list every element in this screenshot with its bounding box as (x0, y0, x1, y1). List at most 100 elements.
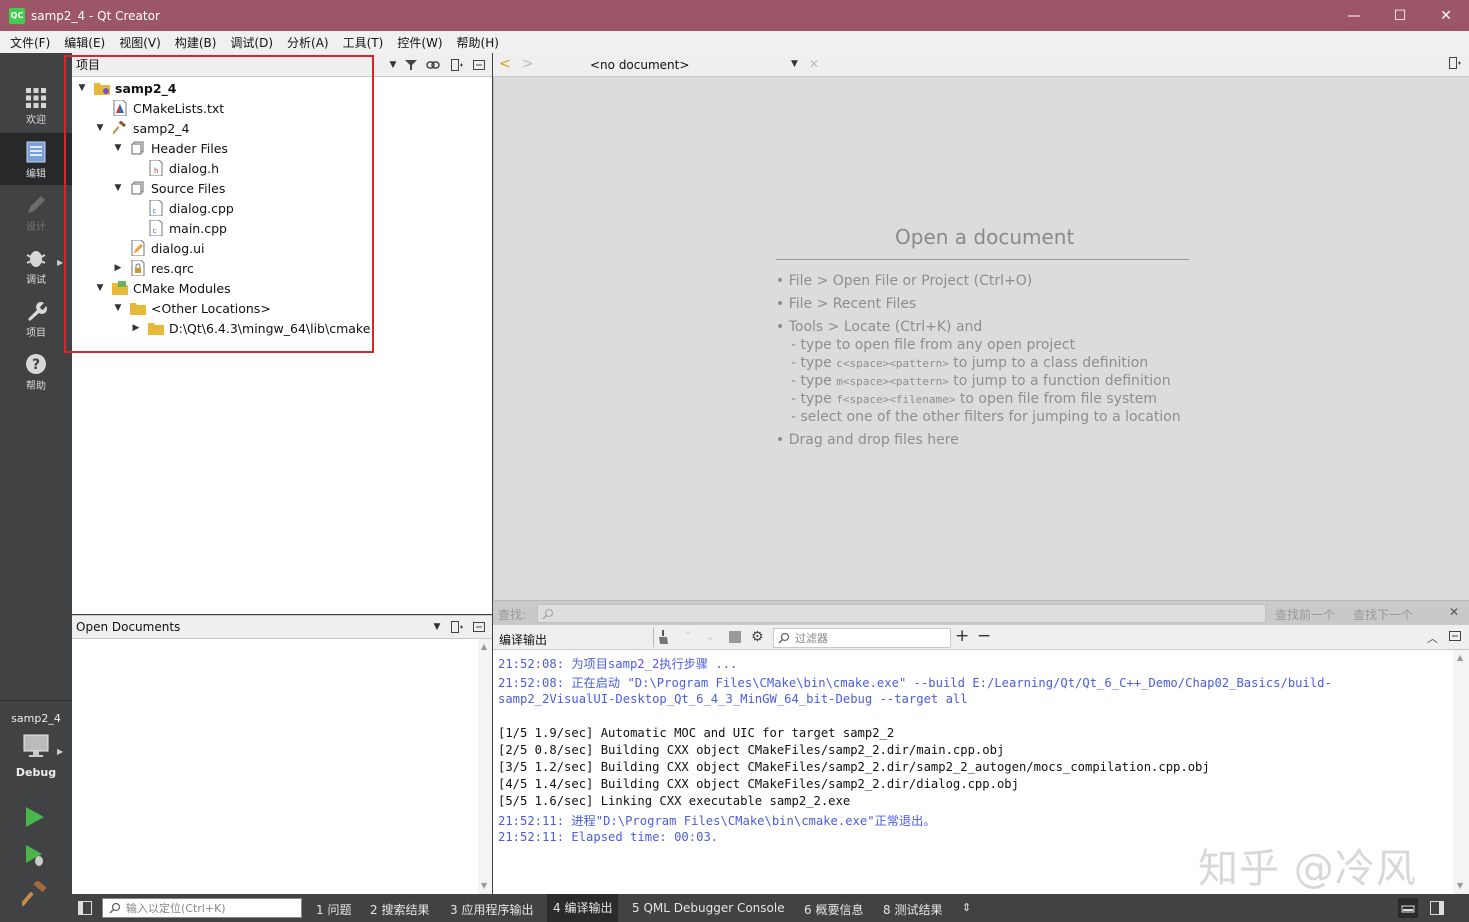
expand-arrow-icon[interactable]: ▶ (112, 263, 124, 273)
toggle-sidebar-icon[interactable] (78, 901, 92, 918)
stop-icon[interactable] (729, 631, 741, 643)
scroll-up-icon[interactable]: ▲ (481, 642, 487, 651)
tab-application-output[interactable]: 3 应用程序输出 (450, 901, 533, 918)
close-panel-icon[interactable] (470, 56, 488, 74)
link-with-editor-icon[interactable] (424, 56, 442, 74)
view-selector-dropdown-icon[interactable]: ▼ (384, 56, 402, 74)
qt-creator-logo-icon: QC (9, 7, 25, 24)
tree-item-cmakelists[interactable]: CMakeLists.txt (112, 98, 224, 118)
compile-output-header: 编译输出 ⌃ ⌄ ⚙ 过滤器 + − ︿ (493, 625, 1469, 650)
progress-details-icon[interactable] (1398, 898, 1418, 918)
tab-general-messages[interactable]: 6 概要信息 (804, 901, 863, 918)
collapse-arrow-icon[interactable]: ▼ (94, 123, 106, 133)
clear-output-icon[interactable] (659, 630, 673, 647)
filter-icon[interactable] (402, 56, 420, 74)
ui-form-file-icon (130, 240, 146, 256)
tree-item-other-locations[interactable]: ▼ <Other Locations> (112, 298, 271, 318)
menu-edit[interactable]: 编辑(E) (57, 34, 112, 51)
maximize-button[interactable]: ☐ (1377, 0, 1423, 31)
locator-input[interactable]: 输入以定位(Ctrl+K) (102, 898, 302, 918)
scroll-down-icon[interactable]: ▼ (481, 881, 487, 890)
next-item-icon[interactable]: ⌄ (705, 629, 715, 643)
toggle-right-sidebar-icon[interactable] (1430, 901, 1444, 918)
monitor-icon[interactable] (22, 733, 50, 762)
tree-item-label: CMakeLists.txt (133, 100, 225, 116)
menu-file[interactable]: 文件(F) (3, 34, 57, 51)
previous-item-icon[interactable]: ⌃ (683, 629, 693, 643)
run-button[interactable] (24, 805, 46, 832)
close-find-icon[interactable]: ✕ (1449, 605, 1459, 619)
find-input[interactable] (537, 604, 1266, 623)
tab-search-results[interactable]: 2 搜索结果 (370, 901, 429, 918)
tree-item-project-root[interactable]: ▼ samp2_4 (76, 78, 177, 98)
tree-item-cmake-path[interactable]: ▶ D:\Qt\6.4.3\mingw_64\lib\cmake (130, 318, 371, 338)
collapse-arrow-icon[interactable]: ▼ (94, 283, 106, 293)
minimize-button[interactable]: — (1331, 0, 1377, 31)
editor-area[interactable]: Open a document • File > Open File or Pr… (493, 77, 1469, 600)
open-documents-list[interactable] (72, 639, 492, 894)
zoom-out-icon[interactable]: − (977, 626, 991, 646)
open-documents-title[interactable]: Open Documents (76, 620, 180, 634)
menu-debug[interactable]: 调试(D) (223, 34, 280, 51)
project-tree: ▼ samp2_4 CMakeLists.txt ▼ samp2_4 ▼ Hea… (72, 77, 492, 614)
collapse-arrow-icon[interactable]: ▼ (76, 83, 88, 93)
menu-analyze[interactable]: 分析(A) (280, 34, 336, 51)
tree-item-main-cpp[interactable]: c main.cpp (148, 218, 227, 238)
settings-gear-icon[interactable]: ⚙ (751, 629, 764, 645)
menu-help[interactable]: 帮助(H) (450, 34, 506, 51)
close-panel-icon[interactable] (470, 618, 488, 636)
menu-build[interactable]: 构建(B) (168, 34, 224, 51)
tree-item-res-qrc[interactable]: ▶ res.qrc (112, 258, 194, 278)
collapse-arrow-icon[interactable]: ▼ (112, 143, 124, 153)
expand-arrow-icon[interactable]: ▶ (130, 323, 142, 333)
tree-item-source-files[interactable]: ▼ Source Files (112, 178, 226, 198)
find-next-button[interactable]: 查找下一个 (1353, 606, 1413, 623)
tree-item-header-files[interactable]: ▼ Header Files (112, 138, 228, 158)
menu-view[interactable]: 视图(V) (112, 34, 168, 51)
tree-item-target[interactable]: ▼ samp2_4 (94, 118, 190, 138)
compile-output-scrollbar[interactable]: ▲ ▼ (1453, 650, 1469, 894)
mode-welcome[interactable]: 欢迎 (0, 79, 72, 131)
mode-debug-expand-icon[interactable]: ▶ (57, 258, 63, 267)
tree-item-dialog-ui[interactable]: dialog.ui (130, 238, 205, 258)
tab-test-results[interactable]: 8 测试结果 (883, 901, 942, 918)
tree-item-dialog-cpp[interactable]: c dialog.cpp (148, 198, 234, 218)
debug-run-button[interactable] (24, 843, 48, 872)
menu-tools[interactable]: 工具(T) (336, 34, 391, 51)
document-dropdown-icon[interactable]: ▼ (791, 59, 798, 69)
tab-qml-debugger-console[interactable]: 5 QML Debugger Console (632, 901, 785, 915)
tree-item-dialog-h[interactable]: h dialog.h (148, 158, 219, 178)
split-panel-icon[interactable] (448, 618, 466, 636)
scroll-up-icon[interactable]: ▲ (1457, 653, 1463, 662)
collapse-arrow-icon[interactable]: ▼ (112, 303, 124, 313)
menu-widgets[interactable]: 控件(W) (390, 34, 449, 51)
more-tabs-icon[interactable]: ⇕ (962, 901, 971, 914)
close-button[interactable]: ✕ (1423, 0, 1469, 31)
projects-panel-title[interactable]: 项目 (76, 56, 100, 73)
open-documents-scrollbar[interactable]: ▲ ▼ (478, 639, 492, 894)
scroll-down-icon[interactable]: ▼ (1457, 881, 1463, 890)
forward-arrow-icon[interactable]: > (522, 56, 534, 72)
mode-edit[interactable]: 编辑 (0, 133, 72, 185)
back-arrow-icon[interactable]: < (499, 56, 511, 72)
find-previous-button[interactable]: 查找前一个 (1275, 606, 1335, 623)
header-file-icon: h (148, 160, 164, 176)
filter-input[interactable]: 过滤器 (773, 628, 951, 648)
split-panel-icon[interactable] (448, 56, 466, 74)
zoom-in-icon[interactable]: + (955, 626, 969, 646)
maximize-output-icon[interactable]: ︿ (1427, 630, 1438, 646)
document-selector[interactable]: <no document> (590, 58, 689, 72)
mode-projects[interactable]: 项目 (0, 292, 72, 344)
tab-issues[interactable]: 1 问题 (316, 901, 351, 918)
mode-help[interactable]: ? 帮助 (0, 345, 72, 397)
split-editor-icon[interactable] (1449, 57, 1461, 72)
mode-design[interactable]: 设计 (0, 186, 72, 238)
close-document-icon[interactable]: ✕ (809, 57, 819, 71)
tree-item-cmake-modules[interactable]: ▼ CMake Modules (94, 278, 231, 298)
close-output-icon[interactable] (1449, 630, 1461, 645)
tab-compile-output[interactable]: 4 编译输出 (547, 894, 619, 922)
build-button[interactable] (20, 879, 48, 910)
kit-selector-expand-icon[interactable]: ▶ (57, 747, 63, 756)
collapse-arrow-icon[interactable]: ▼ (112, 183, 124, 193)
view-selector-dropdown-icon[interactable]: ▼ (428, 618, 446, 636)
